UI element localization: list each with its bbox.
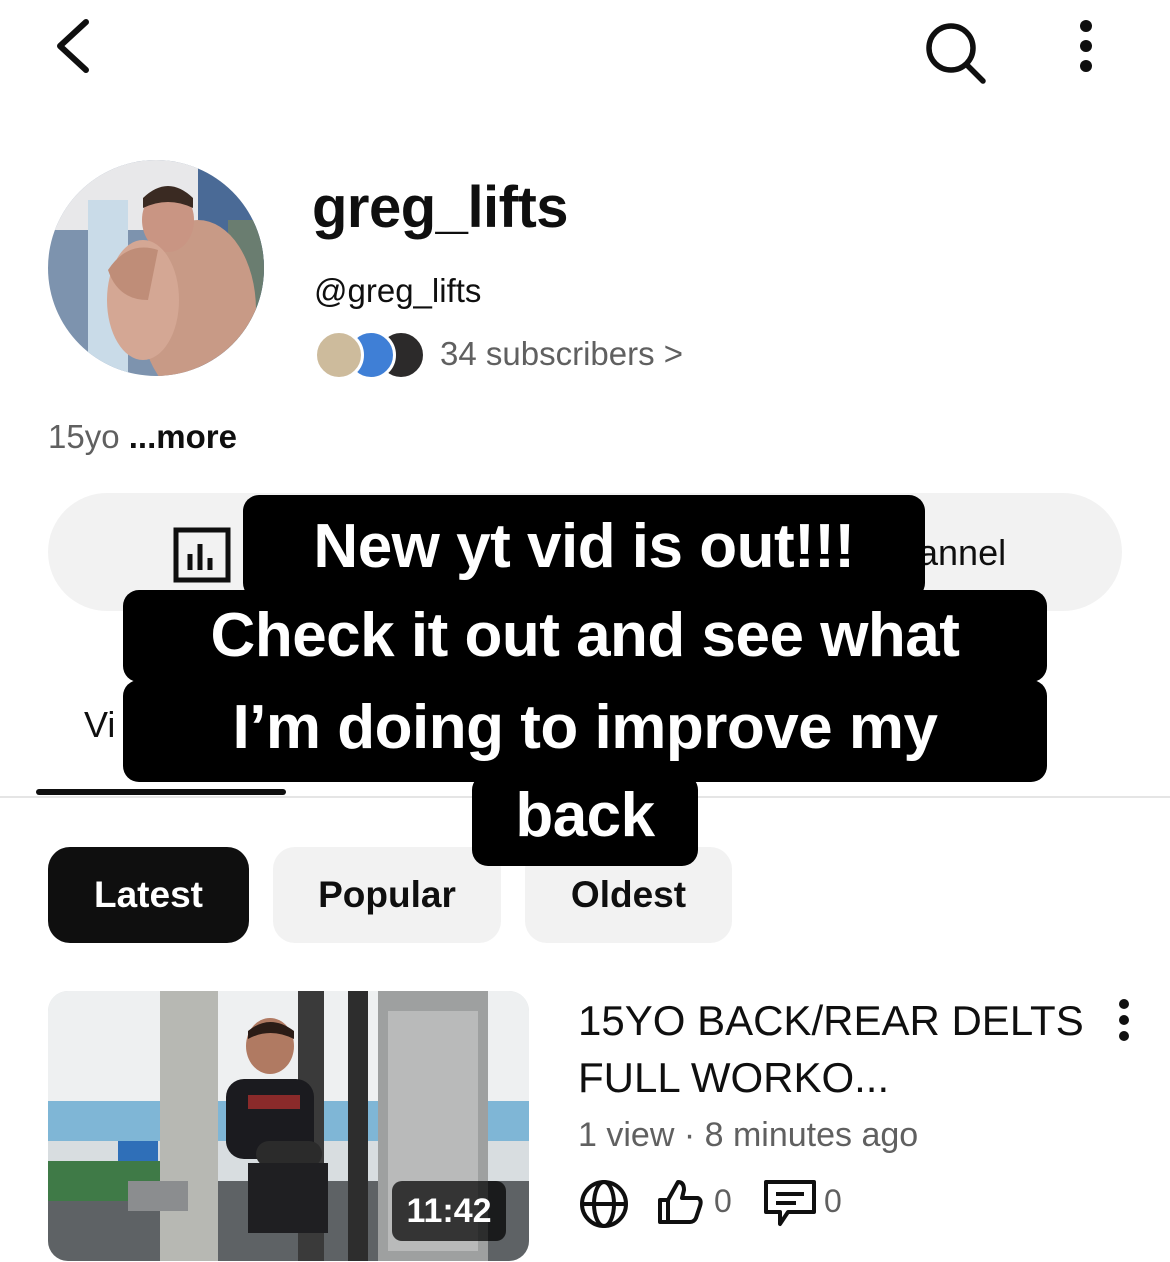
channel-handle: @greg_lifts (314, 272, 482, 309)
subscriber-avatars[interactable] (314, 330, 426, 380)
bio-text: 15yo (48, 418, 129, 455)
video-title[interactable]: 15YO BACK/REAR DELTS FULL WORKO... (578, 992, 1098, 1106)
caption-line-4: back (472, 774, 698, 866)
tab-videos[interactable]: Vi (84, 704, 115, 746)
video-duration: 11:42 (392, 1181, 506, 1241)
more-vert-icon (1080, 20, 1092, 72)
like-count: 0 (714, 1183, 732, 1219)
chevron-left-icon (57, 19, 89, 73)
caption-line-2: Check it out and see what (123, 590, 1047, 682)
chip-latest[interactable]: Latest (48, 847, 249, 943)
manage-channel-label: annel (918, 532, 1007, 573)
comment-count: 0 (824, 1183, 842, 1219)
subscriber-avatar (314, 330, 364, 380)
globe-icon (578, 1178, 630, 1230)
channel-avatar[interactable] (48, 160, 264, 376)
thumbs-up-icon[interactable] (654, 1176, 706, 1228)
channel-name: greg_lifts (312, 175, 569, 240)
search-icon (926, 23, 986, 84)
video-meta: 1 view · 8 minutes ago (578, 1116, 919, 1154)
channel-description[interactable]: 15yo ...more (48, 418, 237, 456)
caption-line-1: New yt vid is out!!! (243, 495, 925, 599)
bio-more-link[interactable]: ...more (129, 418, 237, 455)
video-options-button[interactable] (1100, 994, 1148, 1046)
caption-line-3: I’m doing to improve my (123, 680, 1047, 782)
search-button[interactable] (916, 12, 996, 92)
active-tab-indicator (36, 789, 286, 795)
analytics-icon (172, 524, 232, 584)
chip-popular[interactable]: Popular (273, 847, 501, 943)
comment-icon[interactable] (762, 1178, 818, 1230)
more-vert-icon (1119, 999, 1129, 1041)
subscriber-count-link[interactable]: 34 subscribers > (440, 335, 683, 373)
back-button[interactable] (40, 14, 104, 78)
more-options-button[interactable] (1056, 14, 1116, 78)
